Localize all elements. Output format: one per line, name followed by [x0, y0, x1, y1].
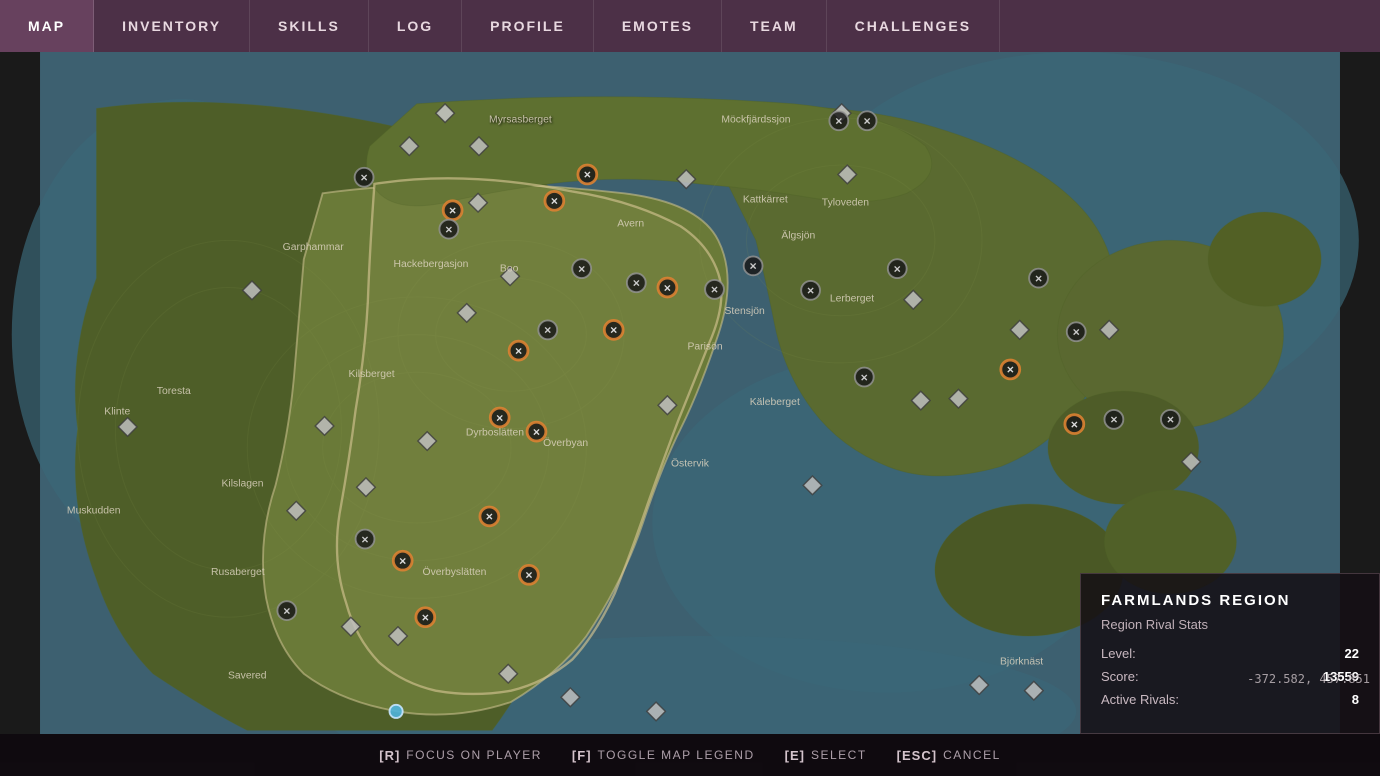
map-container[interactable]: ✕ ✕ ✕ ✕ ✕ ✕ ✕ ✕ ✕ ✕ ✕ ✕ ✕ ✕ ✕ ✕: [0, 52, 1380, 734]
svg-text:✕: ✕: [663, 282, 671, 293]
svg-text:Avern: Avern: [617, 218, 644, 229]
svg-text:Savered: Savered: [228, 670, 267, 681]
svg-text:✕: ✕: [525, 570, 533, 581]
svg-text:✕: ✕: [860, 372, 868, 383]
svg-text:Hackebergasjon: Hackebergasjon: [394, 259, 469, 270]
svg-text:✕: ✕: [515, 345, 523, 356]
svg-text:Stensjön: Stensjön: [724, 306, 765, 317]
svg-text:✕: ✕: [533, 426, 541, 437]
svg-text:Björknäst: Björknäst: [1000, 656, 1043, 667]
key-esc: [ESC]: [897, 748, 937, 763]
svg-text:Parisön: Parisön: [688, 342, 723, 353]
stat-row-rivals: Active Rivals: 8: [1101, 692, 1359, 707]
svg-text:✕: ✕: [835, 116, 843, 127]
navbar: MAP INVENTORY SKILLS LOG PROFILE EMOTES …: [0, 0, 1380, 52]
svg-text:Kattkärret: Kattkärret: [743, 195, 788, 206]
svg-text:✕: ✕: [893, 263, 901, 274]
svg-text:Lerberget: Lerberget: [830, 294, 874, 305]
region-title: FARMLANDS REGION: [1101, 592, 1359, 609]
svg-text:✕: ✕: [421, 612, 429, 623]
svg-text:Klinte: Klinte: [104, 407, 130, 418]
hotkey-cancel: [ESC] CANCEL: [897, 748, 1001, 763]
nav-log[interactable]: LOG: [369, 0, 462, 52]
svg-text:✕: ✕: [399, 555, 407, 566]
svg-text:✕: ✕: [1166, 414, 1174, 425]
svg-text:Östervik: Östervik: [671, 457, 710, 469]
svg-text:✕: ✕: [485, 511, 493, 522]
svg-text:Kilslagen: Kilslagen: [222, 478, 264, 489]
svg-text:✕: ✕: [544, 325, 552, 336]
svg-text:✕: ✕: [711, 284, 719, 295]
hotkey-select: [E] SELECT: [785, 748, 867, 763]
svg-text:✕: ✕: [578, 263, 586, 274]
svg-text:Garphammar: Garphammar: [283, 242, 345, 253]
svg-text:✕: ✕: [360, 172, 368, 183]
rivals-label: Active Rivals:: [1101, 692, 1179, 707]
svg-text:✕: ✕: [496, 412, 504, 423]
nav-skills[interactable]: SKILLS: [250, 0, 369, 52]
level-value: 22: [1345, 646, 1359, 661]
svg-text:✕: ✕: [610, 325, 618, 336]
label-legend: TOGGLE MAP LEGEND: [598, 748, 755, 762]
svg-text:Kilsberget: Kilsberget: [349, 369, 395, 380]
svg-text:✕: ✕: [550, 196, 558, 207]
svg-text:✕: ✕: [749, 261, 757, 272]
stat-row-level: Level: 22: [1101, 646, 1359, 661]
region-panel: FARMLANDS REGION Region Rival Stats Leve…: [1080, 573, 1380, 734]
svg-text:Möckfjärdssjon: Möckfjärdssjon: [721, 115, 790, 126]
nav-map[interactable]: MAP: [0, 0, 94, 52]
nav-inventory[interactable]: INVENTORY: [94, 0, 250, 52]
svg-text:✕: ✕: [863, 116, 871, 127]
bottom-bar: [R] FOCUS ON PLAYER [F] TOGGLE MAP LEGEN…: [0, 734, 1380, 776]
svg-text:Tyloveden: Tyloveden: [822, 198, 869, 209]
svg-text:✕: ✕: [449, 205, 457, 216]
svg-text:✕: ✕: [445, 224, 453, 235]
label-select: SELECT: [811, 748, 867, 762]
map-coordinates: -372.582, 457.851: [1247, 672, 1370, 686]
svg-text:✕: ✕: [1110, 414, 1118, 425]
nav-profile[interactable]: PROFILE: [462, 0, 594, 52]
label-cancel: CANCEL: [943, 748, 1001, 762]
svg-text:Älgsjön: Älgsjön: [781, 230, 815, 242]
svg-text:Muskudden: Muskudden: [67, 506, 121, 517]
svg-text:Toresta: Toresta: [157, 386, 191, 397]
svg-text:Dyrboslätten: Dyrboslätten: [466, 427, 524, 438]
svg-text:✕: ✕: [1072, 327, 1080, 338]
nav-emotes[interactable]: EMOTES: [594, 0, 722, 52]
svg-text:✕: ✕: [807, 285, 815, 296]
hotkey-legend: [F] TOGGLE MAP LEGEND: [572, 748, 755, 763]
key-f: [F]: [572, 748, 592, 763]
svg-text:✕: ✕: [1035, 273, 1043, 284]
svg-text:✕: ✕: [361, 534, 369, 545]
svg-text:Rusaberget: Rusaberget: [211, 567, 265, 578]
svg-text:Överbyslätten: Överbyslätten: [423, 566, 487, 578]
score-label: Score:: [1101, 669, 1139, 684]
svg-text:Käleberget: Käleberget: [750, 397, 800, 408]
svg-text:✕: ✕: [283, 605, 291, 616]
key-r: [R]: [379, 748, 400, 763]
svg-text:✕: ✕: [1006, 364, 1014, 375]
svg-text:Överbyan: Överbyan: [543, 437, 588, 449]
region-subtitle: Region Rival Stats: [1101, 617, 1359, 632]
rivals-value: 8: [1352, 692, 1359, 707]
svg-text:✕: ✕: [583, 169, 591, 180]
svg-text:✕: ✕: [1070, 419, 1078, 430]
nav-team[interactable]: TEAM: [722, 0, 827, 52]
label-focus: FOCUS ON PLAYER: [406, 748, 542, 762]
level-label: Level:: [1101, 646, 1136, 661]
key-e: [E]: [785, 748, 805, 763]
nav-challenges[interactable]: CHALLENGES: [827, 0, 1000, 52]
hotkey-focus: [R] FOCUS ON PLAYER: [379, 748, 542, 763]
svg-text:✕: ✕: [632, 278, 640, 289]
svg-text:Boo: Boo: [500, 263, 519, 274]
svg-text:Myrsasberget: Myrsasberget: [489, 115, 552, 126]
